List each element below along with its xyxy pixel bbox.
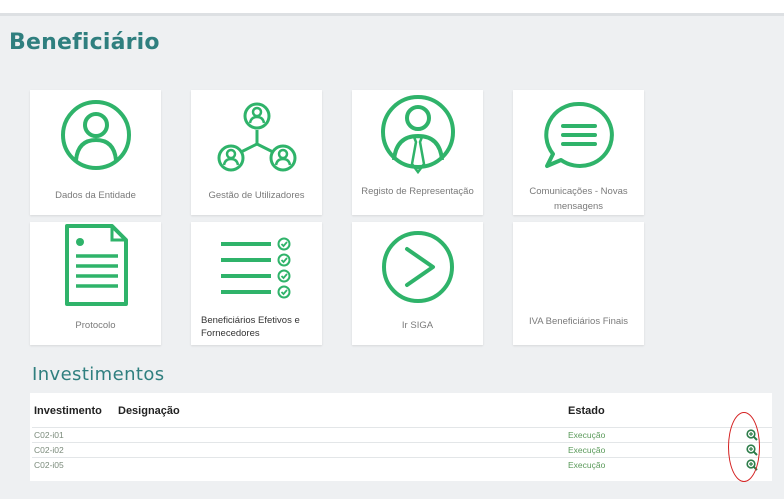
tile-label: Dados da Entidade (55, 190, 136, 201)
arrow-circle-icon (382, 231, 454, 303)
top-bar-divider (0, 13, 784, 16)
tile-registo-representacao[interactable]: Registo de Representação (352, 90, 483, 215)
cell-investimento: C02-i01 (34, 430, 64, 440)
tile-label: Gestão de Utilizadores (208, 190, 305, 201)
cell-estado: Execução (568, 445, 606, 455)
column-header-designacao: Designação (118, 405, 180, 417)
top-bar (0, 0, 784, 13)
column-header-investimento: Investimento (34, 405, 102, 417)
tile-dados-entidade[interactable]: Dados da Entidade (30, 90, 161, 215)
tile-ir-siga[interactable]: Ir SIGA (352, 222, 483, 345)
document-icon (65, 224, 128, 306)
tile-beneficiarios-efetivos[interactable]: Beneficiários Efetivos e Fornecedores (191, 222, 322, 345)
highlight-annotation (728, 412, 760, 482)
tile-protocolo[interactable]: Protocolo (30, 222, 161, 345)
column-header-estado: Estado (568, 405, 605, 417)
page-title: Beneficiário (9, 30, 160, 55)
cell-estado: Execução (568, 430, 606, 440)
users-network-icon (217, 102, 297, 172)
tile-label: Registo de Representação (361, 186, 474, 197)
user-tie-icon (381, 95, 455, 175)
cell-investimento: C02-i05 (34, 460, 64, 470)
tile-iva-beneficiarios[interactable]: IVA Beneficiários Finais (513, 222, 644, 345)
chat-bubble-icon (544, 101, 614, 168)
table-row: C02-i02 Execução (32, 442, 772, 458)
user-circle-icon (61, 100, 131, 170)
section-title-investimentos: Investimentos (32, 364, 165, 385)
cell-investimento: C02-i02 (34, 445, 64, 455)
tile-label: Comunicações - Novas mensagens (529, 186, 628, 212)
tile-label: IVA Beneficiários Finais (528, 316, 629, 327)
tile-label: Ir SIGA (401, 320, 434, 331)
checklist-icon (221, 237, 291, 299)
tile-gestao-utilizadores[interactable]: Gestão de Utilizadores (191, 90, 322, 215)
tile-label: Beneficiários Efetivos e Fornecedores (201, 315, 300, 339)
table-row: C02-i05 Execução (32, 457, 772, 473)
cell-estado: Execução (568, 460, 606, 470)
investimentos-table: Investimento Designação Estado C02-i01 E… (30, 393, 772, 481)
tile-label: Protocolo (75, 320, 116, 331)
tile-comunicacoes[interactable]: Comunicações - Novas mensagens (513, 90, 644, 215)
table-row: C02-i01 Execução (32, 427, 772, 443)
